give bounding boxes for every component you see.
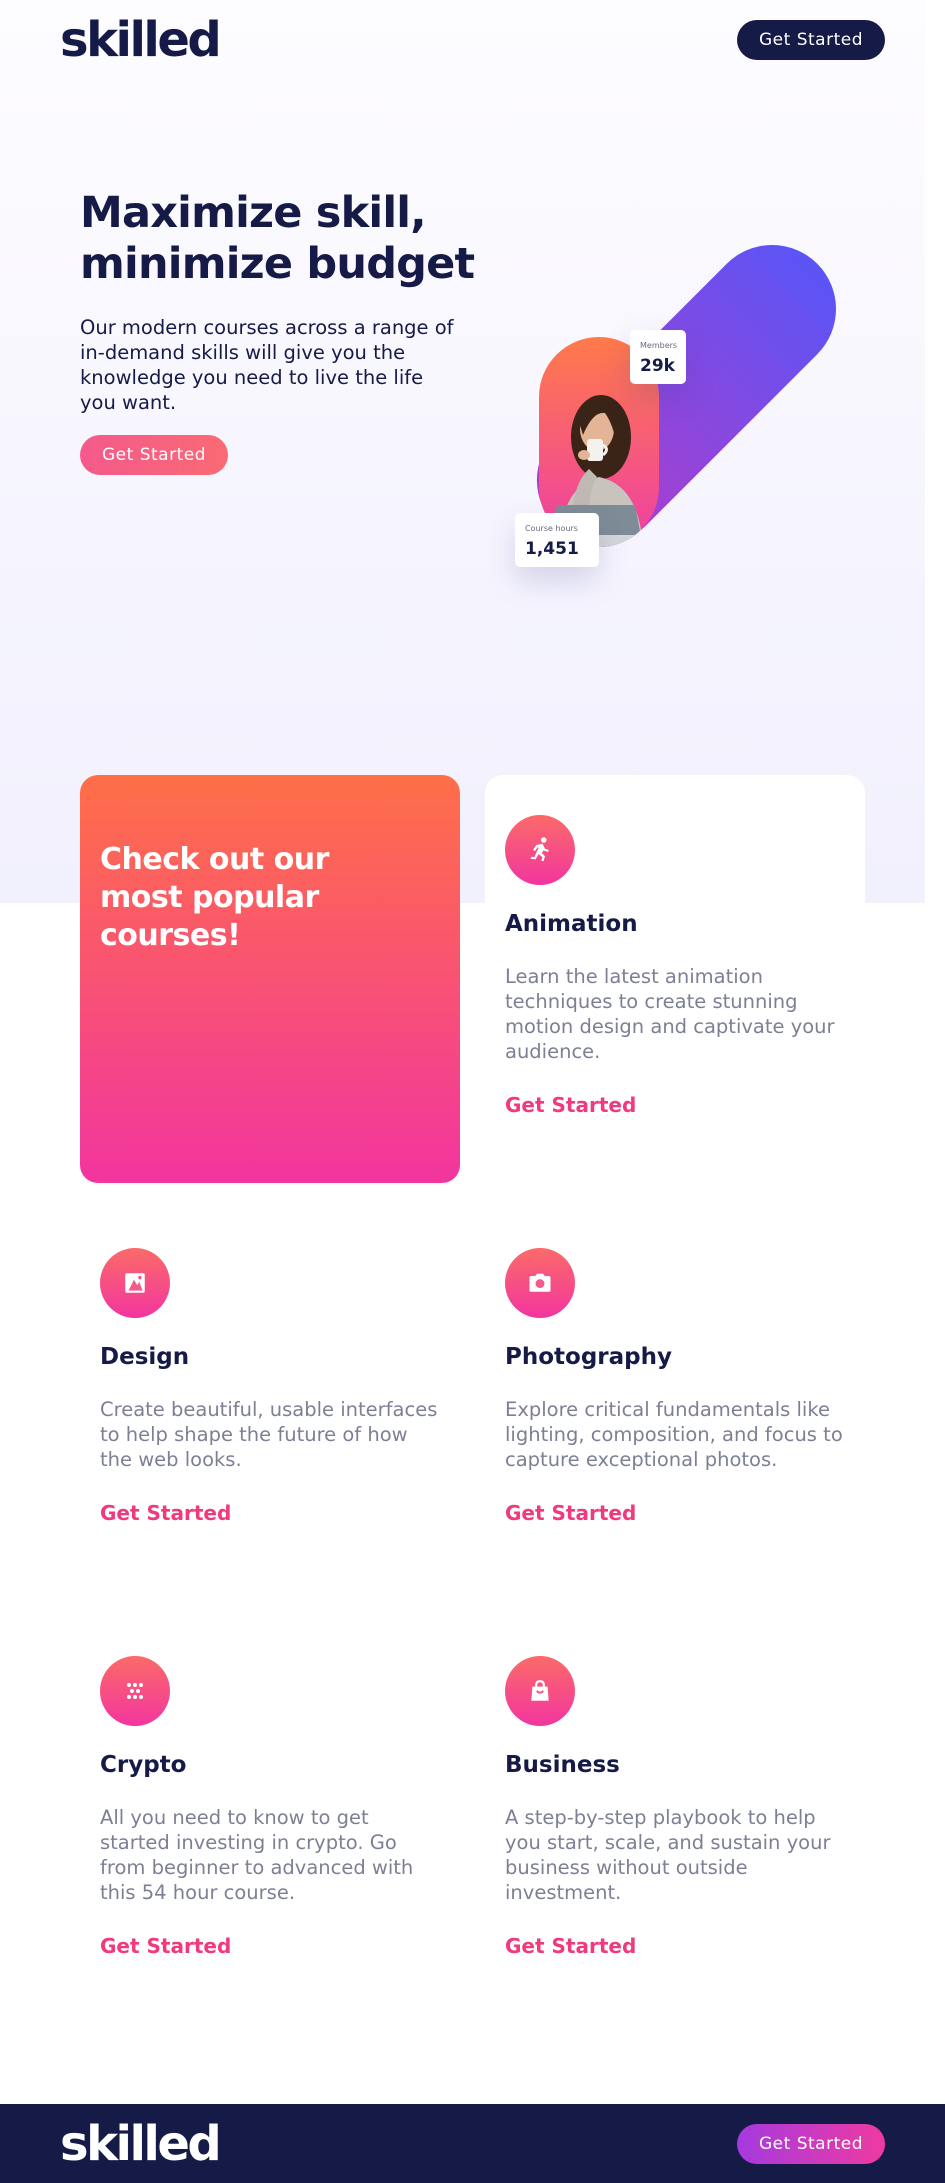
site-header: skilled Get Started [0,0,925,80]
course-title: Animation [505,911,638,937]
course-card-crypto: Crypto All you need to know to get start… [80,1616,460,2024]
members-label: Members [640,341,678,350]
footer-get-started-button[interactable]: Get Started [737,2124,885,2164]
footer-logo[interactable]: skilled [60,2116,222,2172]
course-title: Business [505,1752,620,1778]
animation-get-started-link[interactable]: Get Started [505,1093,636,1117]
popular-courses-card: Check out our most popular courses! [80,775,460,1183]
course-hours-label: Course hours [525,524,578,533]
course-card-business: Business A step-by-step playbook to help… [485,1616,865,2024]
site-footer: skilled Get Started [0,2104,945,2183]
course-card-photography: Photography Explore critical fundamental… [485,1208,865,1616]
course-card-animation: Animation Learn the latest animation tec… [485,775,865,1183]
hero-description: Our modern courses across a range of in-… [80,316,454,414]
popular-courses-heading: Check out our most popular courses! [100,842,329,953]
members-value: 29k [640,356,675,376]
members-stat-card: Members 29k [630,330,686,384]
hero-illustration: Members 29k Course hours 1,451 [500,218,863,610]
business-get-started-link[interactable]: Get Started [505,1934,636,1958]
course-title: Photography [505,1344,672,1370]
course-hours-stat-card: Course hours 1,451 [515,513,599,567]
header-get-started-button[interactable]: Get Started [737,20,885,60]
course-description: Learn the latest animation techniques to… [505,965,835,1063]
shopping-bag-icon [505,1656,575,1726]
course-description: Explore critical fundamentals like light… [505,1398,843,1471]
running-person-icon [505,815,575,885]
crypto-get-started-link[interactable]: Get Started [100,1934,231,1958]
hero-title: Maximize skill, minimize budget [80,188,475,289]
course-title: Crypto [100,1752,187,1778]
camera-icon [505,1248,575,1318]
course-card-design: Design Create beautiful, usable interfac… [80,1208,460,1616]
logo[interactable]: skilled [60,12,222,68]
course-description: A step-by-step playbook to help you star… [505,1806,831,1904]
course-description: All you need to know to get started inve… [100,1806,414,1904]
hero-get-started-button[interactable]: Get Started [80,435,228,475]
course-hours-value: 1,451 [525,539,579,559]
photography-get-started-link[interactable]: Get Started [505,1501,636,1525]
course-title: Design [100,1344,190,1370]
image-frame-icon [100,1248,170,1318]
design-get-started-link[interactable]: Get Started [100,1501,231,1525]
course-description: Create beautiful, usable interfaces to h… [100,1398,438,1471]
crypto-dots-icon [100,1656,170,1726]
